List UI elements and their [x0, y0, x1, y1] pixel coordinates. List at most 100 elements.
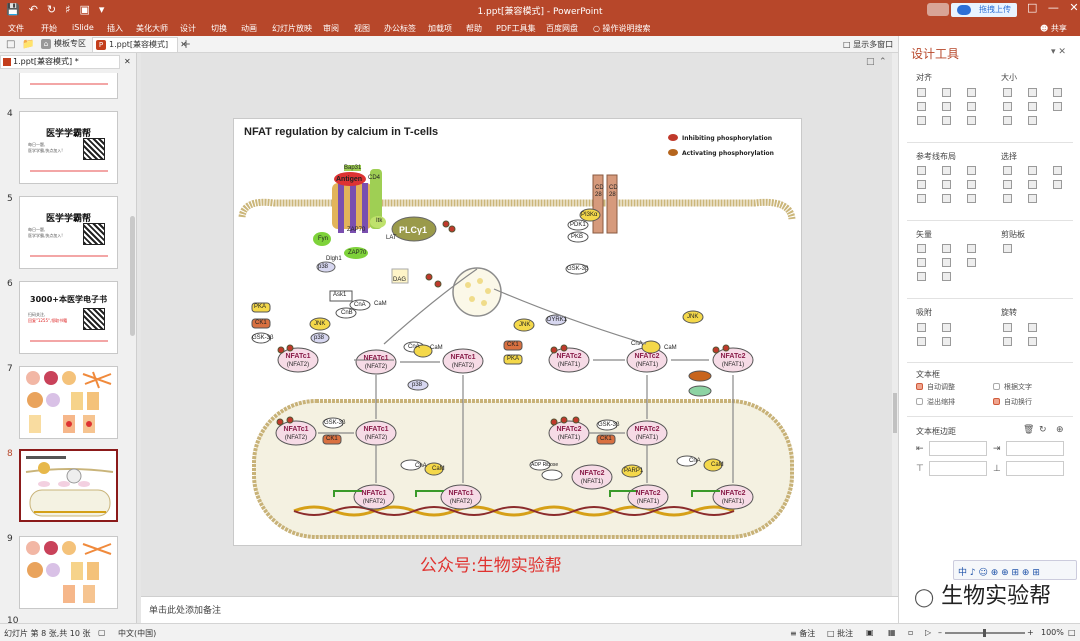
fit-slide-icon[interactable]: □ [1068, 628, 1076, 637]
combine-icon[interactable] [942, 244, 951, 253]
tab-pdf[interactable]: PDF工具集 [496, 23, 536, 34]
restore-icon[interactable]: □ [1027, 1, 1037, 14]
align-center-icon[interactable] [942, 88, 951, 97]
slideshow-view-icon[interactable]: ▷ [925, 628, 931, 637]
notes-pane[interactable]: 单击此处添加备注 [141, 596, 898, 623]
snap-shape-icon[interactable] [942, 323, 951, 332]
select-layer-icon[interactable] [1053, 166, 1062, 175]
align-bottom-icon[interactable] [967, 102, 976, 111]
zoom-level[interactable]: 100% [1041, 628, 1064, 637]
tab-slideshow[interactable]: 幻灯片放映 [272, 23, 312, 34]
select-same-icon[interactable] [1003, 166, 1012, 175]
select-below-icon[interactable] [1028, 180, 1037, 189]
refresh-icon[interactable]: ↻ [1039, 425, 1047, 435]
snap-center-icon[interactable] [942, 337, 951, 346]
multi-window-toggle[interactable]: □ 显示多窗口 [843, 39, 893, 50]
zoom-out-icon[interactable]: – [938, 628, 942, 637]
margin-left-input[interactable] [929, 441, 987, 456]
subtract-icon[interactable] [942, 258, 951, 267]
ime-toolbar[interactable]: 中 ♪ ☺ ⊕ ⊕ ⊞ ⊕ ⊞ [953, 560, 1077, 580]
flip-v-icon[interactable] [1028, 337, 1037, 346]
trash-icon[interactable]: 🗑 [1023, 425, 1034, 435]
intersect-icon[interactable] [917, 258, 926, 267]
slide-thumbnail-6[interactable]: 3000+本医学电子书 扫码关注, 回复"1255",领取书籍 [19, 281, 118, 354]
slide-thumbnail-3[interactable] [19, 73, 118, 99]
file-tab[interactable]: 1.ppt[兼容模式] * [0, 55, 120, 69]
tab-file[interactable]: 文件 [8, 23, 24, 34]
path-icon[interactable] [917, 272, 926, 281]
account-avatar[interactable] [927, 3, 949, 16]
tab-animations[interactable]: 动画 [241, 23, 257, 34]
align-top-icon[interactable] [917, 102, 926, 111]
guide-margin-icon[interactable] [942, 194, 951, 203]
flip-h-icon[interactable] [1003, 337, 1012, 346]
select-invert-icon[interactable] [1028, 194, 1037, 203]
autofit-option[interactable]: 自动调整 [916, 382, 955, 392]
tab-design[interactable]: 设计 [180, 23, 196, 34]
scale-icon[interactable] [1003, 116, 1012, 125]
slide-thumbnail-5[interactable]: 医学学霸帮 每日一题, 医学学霸,快点加入! [19, 196, 118, 269]
wrap-option[interactable]: 自动换行 [993, 397, 1032, 407]
align-right-icon[interactable] [967, 88, 976, 97]
guide-bottom-icon[interactable] [967, 180, 976, 189]
slide-thumbnail-4[interactable]: 医学学霸帮 每日一题, 医学学霸,快点加入! [19, 111, 118, 184]
rotate-right-icon[interactable] [1028, 323, 1037, 332]
zoom-in-icon[interactable]: + [1027, 628, 1034, 637]
tab-review[interactable]: 审阅 [323, 23, 339, 34]
snap-point-icon[interactable] [917, 337, 926, 346]
add-tab-icon[interactable]: + [181, 37, 191, 51]
select-above-icon[interactable] [1003, 180, 1012, 189]
by-text-option[interactable]: 根据文字 [993, 382, 1032, 392]
zoom-slider-knob[interactable] [983, 629, 986, 637]
tab-view[interactable]: 视图 [354, 23, 370, 34]
guide-right-icon[interactable] [967, 166, 976, 175]
margin-top-input[interactable] [929, 461, 987, 476]
same-size-icon[interactable] [1053, 88, 1062, 97]
fragment-icon[interactable] [967, 244, 976, 253]
notes-toggle[interactable]: ≡ 备注 [790, 628, 815, 639]
overflow-option[interactable]: 溢出缩排 [916, 397, 955, 407]
slide-thumbnail-8-selected[interactable] [19, 449, 118, 522]
slide-8[interactable]: NFAT regulation by calcium in T-cells In… [233, 118, 802, 546]
close-file-icon[interactable]: ✕ [124, 57, 131, 66]
tab-home[interactable]: 开始 [41, 23, 57, 34]
tab-office-tabs[interactable]: 办公标签 [384, 23, 416, 34]
same-height-icon[interactable] [1028, 88, 1037, 97]
tell-me-search[interactable]: ○ 操作说明搜索 [593, 23, 651, 34]
guide-grid-icon[interactable] [917, 194, 926, 203]
tab-beautify[interactable]: 美化大师 [136, 23, 168, 34]
tab-baidu[interactable]: 百度网盘 [546, 23, 578, 34]
fit-slide-icon[interactable] [1053, 102, 1062, 111]
crop-size-icon[interactable] [1028, 116, 1037, 125]
tab-transitions[interactable]: 切换 [211, 23, 227, 34]
tab-active-document[interactable]: P 1.ppt[兼容模式] ✕ [92, 37, 187, 52]
align-left-icon[interactable] [917, 88, 926, 97]
fit-height-icon[interactable] [1028, 102, 1037, 111]
distribute-h-icon[interactable] [917, 116, 926, 125]
tab-insert[interactable]: 插入 [107, 23, 123, 34]
close-icon[interactable]: ✕ [1069, 1, 1078, 14]
thumbnail-scrollbar[interactable] [130, 216, 135, 336]
select-pointer-icon[interactable] [1053, 180, 1062, 189]
tab-help[interactable]: 帮助 [466, 23, 482, 34]
paste-icon[interactable] [1003, 244, 1012, 253]
select-similar-icon[interactable] [1028, 166, 1037, 175]
union-icon[interactable] [917, 244, 926, 253]
minimize-icon[interactable]: — [1048, 1, 1059, 14]
guide-top-icon[interactable] [917, 180, 926, 189]
snap-grid-icon[interactable] [917, 323, 926, 332]
guide-middle-icon[interactable] [942, 180, 951, 189]
same-width-icon[interactable] [1003, 88, 1012, 97]
sorter-view-icon[interactable]: ▦ [888, 628, 896, 637]
outline-icon[interactable] [942, 272, 951, 281]
points-icon[interactable] [967, 258, 976, 267]
canvas-scroll-thumb[interactable] [893, 393, 897, 433]
reading-view-icon[interactable]: ▫ [908, 628, 913, 637]
open-folder-icon[interactable]: 📁 [22, 39, 34, 50]
pane-options-icon[interactable]: ▾ ✕ [1051, 47, 1066, 57]
rotate-left-icon[interactable] [1003, 323, 1012, 332]
share-button[interactable]: ☻ 共享 [1040, 23, 1067, 34]
guide-center-icon[interactable] [942, 166, 951, 175]
comments-toggle[interactable]: □ 批注 [827, 628, 853, 639]
distribute-v-icon[interactable] [942, 116, 951, 125]
